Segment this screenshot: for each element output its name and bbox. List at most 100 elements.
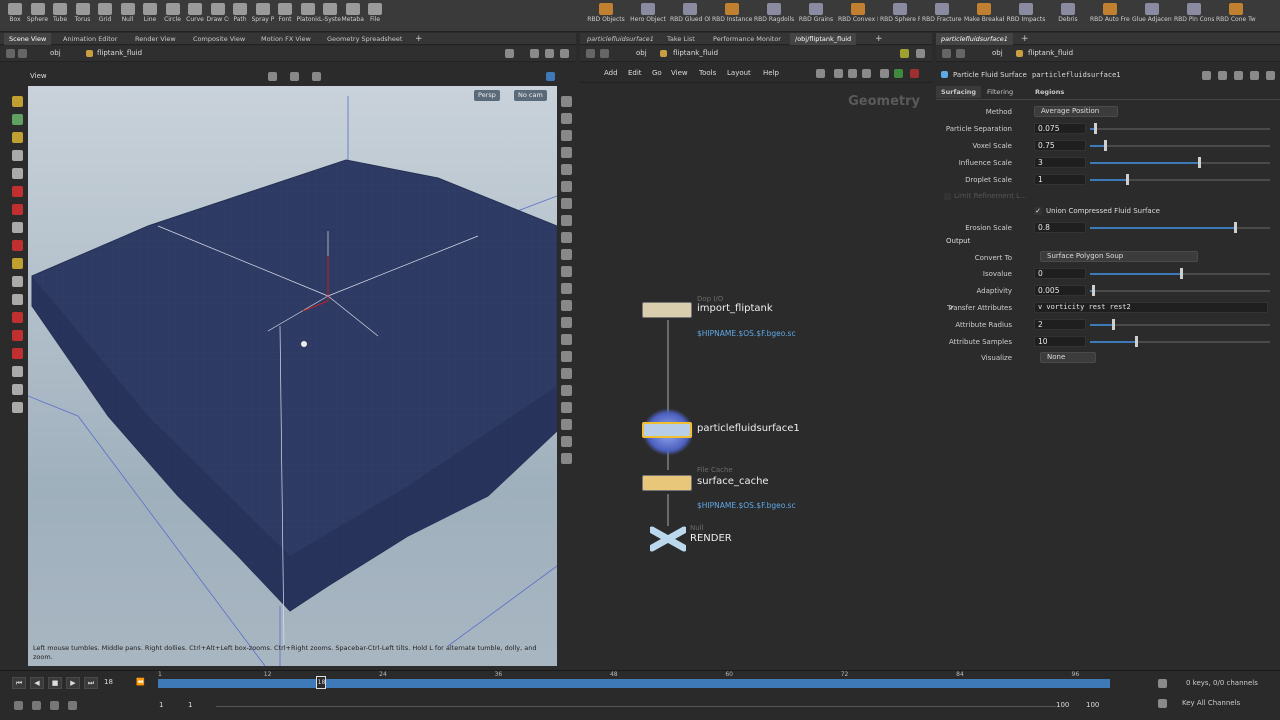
add-tab-icon[interactable]: + [410, 33, 428, 45]
end-frame-field[interactable]: 100 [1086, 701, 1099, 709]
param-field[interactable]: 1 [1034, 174, 1086, 185]
persp-menu[interactable]: Persp [474, 90, 500, 101]
node-name-field[interactable]: particlefluidsurface1 [1032, 71, 1121, 79]
path-root[interactable]: obj [992, 49, 1003, 57]
forward-icon[interactable] [18, 49, 27, 58]
tab-motion-fx-view[interactable]: Motion FX View [256, 33, 316, 45]
tool-icon[interactable] [12, 132, 23, 143]
bookmark-icon[interactable] [910, 69, 919, 78]
path-node[interactable]: fliptank_fluid [97, 49, 142, 57]
param-slider[interactable] [1090, 128, 1270, 130]
shelf-tool[interactable]: Path [229, 2, 251, 30]
shelf-tool[interactable]: Line [139, 2, 161, 30]
param-field[interactable]: 10 [1034, 336, 1086, 347]
tab-scene-view[interactable]: Scene View [4, 33, 52, 45]
shelf-tool[interactable]: Grid [94, 2, 116, 30]
add-tab-icon-2[interactable]: + [870, 33, 888, 45]
tool-icon[interactable] [12, 330, 23, 341]
visualize-dropdown[interactable]: None [1040, 352, 1096, 363]
pin-icon[interactable] [900, 49, 909, 58]
float-icon[interactable] [545, 49, 554, 58]
shelf-tool[interactable]: Box [4, 2, 26, 30]
display-option-icon[interactable] [561, 317, 572, 328]
back-icon[interactable] [586, 49, 595, 58]
loop-icon[interactable] [50, 701, 59, 710]
home-icon[interactable] [312, 72, 321, 81]
tree-icon[interactable] [862, 69, 871, 78]
pane-menu-icon[interactable] [560, 49, 569, 58]
param-slider-handle[interactable] [1093, 123, 1097, 134]
param-slider-handle[interactable] [1180, 268, 1183, 279]
jump-start-icon[interactable]: ⏮ [12, 677, 26, 689]
union-checkbox[interactable]: ✓ [1034, 207, 1042, 215]
menu-view[interactable]: View [671, 69, 688, 77]
help-icon[interactable] [1250, 71, 1259, 80]
param-slider[interactable] [1090, 324, 1270, 326]
shelf-tool[interactable]: File [364, 2, 386, 30]
camera-menu[interactable]: No cam [514, 90, 547, 101]
step-icon[interactable]: ⏪ [136, 678, 154, 688]
timeline-track[interactable]: 1 12 24 36 48 60 72 84 96 18 [158, 671, 1110, 689]
display-option-icon[interactable] [561, 181, 572, 192]
forward-icon[interactable] [600, 49, 609, 58]
start-frame-field[interactable]: 1 [159, 701, 163, 709]
path-node[interactable]: fliptank_fluid [673, 49, 718, 57]
shelf-tool[interactable]: Draw Curve [207, 2, 229, 30]
path-root[interactable]: obj [636, 49, 647, 57]
tab-composite-view[interactable]: Composite View [188, 33, 250, 45]
shelf-tool[interactable]: Torus [72, 2, 94, 30]
network-editor[interactable]: Geometry Dop I/O import_fliptank $HIPNAM… [580, 84, 930, 666]
keyframe-icon[interactable] [32, 701, 41, 710]
param-slider-handle[interactable] [1104, 140, 1108, 151]
current-frame-field[interactable]: 18 [104, 678, 113, 686]
tool-icon[interactable] [12, 222, 23, 233]
menu-help[interactable]: Help [763, 69, 779, 77]
param-slider-handle[interactable] [1091, 285, 1095, 296]
param-field[interactable]: 2 [1034, 319, 1086, 330]
shelf-tool[interactable]: Spray Paint [252, 2, 274, 30]
display-option-icon[interactable] [561, 232, 572, 243]
info-icon[interactable] [1218, 71, 1227, 80]
back-icon[interactable] [6, 49, 15, 58]
param-field[interactable]: 0.005 [1034, 285, 1086, 296]
tool-icon[interactable] [12, 384, 23, 395]
menu-add[interactable]: Add [604, 69, 618, 77]
tool-icon[interactable] [12, 240, 23, 251]
tab-performance-monitor[interactable]: Performance Monitor [708, 33, 786, 45]
menu-edit[interactable]: Edit [628, 69, 642, 77]
shelf-tool[interactable]: Platonic Solids [297, 2, 319, 30]
tool-icon[interactable] [12, 204, 23, 215]
tab-take-list[interactable]: Take List [662, 33, 700, 45]
node-surface-cache[interactable] [642, 475, 692, 491]
tab-params[interactable]: particlefluidsurface1 [936, 33, 1013, 45]
path-node[interactable]: fliptank_fluid [1028, 49, 1073, 57]
tool-icon[interactable] [12, 348, 23, 359]
tool-icon[interactable] [12, 186, 23, 197]
tab-filtering[interactable]: Filtering [982, 86, 1018, 98]
display-option-icon[interactable] [561, 300, 572, 311]
play-icon[interactable]: ▶ [66, 677, 80, 689]
display-option-icon[interactable] [561, 130, 572, 141]
menu-go[interactable]: Go [652, 69, 662, 77]
display-option-icon[interactable] [561, 368, 572, 379]
tool-icon[interactable] [12, 168, 23, 179]
link-icon[interactable] [916, 49, 925, 58]
path-root[interactable]: obj [50, 49, 61, 57]
display-option-icon[interactable] [561, 351, 572, 362]
current-frame-marker[interactable]: 18 [316, 676, 327, 689]
erosion-field[interactable]: 0.8 [1034, 222, 1086, 233]
play-reverse-icon[interactable]: ◀ [30, 677, 44, 689]
shelf-tool[interactable]: Sphere [27, 2, 49, 30]
shelf-tool[interactable]: RBD Pin Constraint [1174, 2, 1214, 30]
realtime-icon[interactable] [68, 701, 77, 710]
limit-checkbox[interactable] [944, 193, 951, 200]
param-field[interactable]: 0.075 [1034, 123, 1086, 134]
layout-icon[interactable] [530, 49, 539, 58]
shelf-tool[interactable]: L-System [319, 2, 341, 30]
erosion-slider-handle[interactable] [1234, 222, 1237, 233]
shelf-tool[interactable]: RBD Cone Twist Const... [1216, 2, 1256, 30]
node-particlefluidsurface1[interactable] [642, 422, 692, 438]
palette-icon[interactable] [880, 69, 889, 78]
display-option-icon[interactable] [561, 249, 572, 260]
tool-icon[interactable] [12, 294, 23, 305]
